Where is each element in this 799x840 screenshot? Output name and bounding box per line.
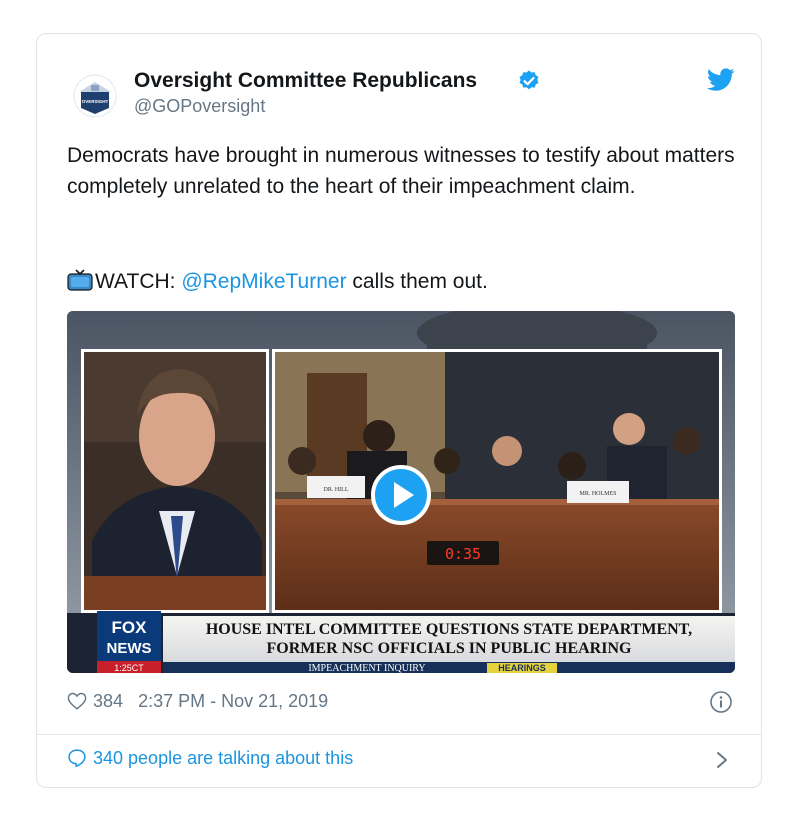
ticker-right: HEARINGS <box>498 663 546 673</box>
divider <box>37 734 761 735</box>
play-icon[interactable] <box>371 465 431 525</box>
broadcast-clock: 1:25CT <box>114 663 144 673</box>
tweet-timestamp[interactable]: 2:37 PM - Nov 21, 2019 <box>138 691 328 711</box>
chyron-line-2: FORMER NSC OFFICIALS IN PUBLIC HEARING <box>267 640 632 657</box>
speech-bubble-icon <box>68 749 86 768</box>
verified-badge-icon <box>519 70 539 90</box>
watch-prefix: WATCH: <box>95 270 182 293</box>
tweet-meta: 384 2:37 PM - Nov 21, 2019 <box>67 691 328 712</box>
info-icon[interactable] <box>709 690 733 714</box>
network-logo-line-2: NEWS <box>107 640 152 657</box>
network-logo-line-1: FOX <box>112 618 148 637</box>
chyron-line-1: HOUSE INTEL COMMITTEE QUESTIONS STATE DE… <box>206 621 692 638</box>
conversation-link[interactable]: 340 people are talking about this <box>67 748 353 769</box>
capitol-logo-icon: OVERSIGHT <box>73 74 117 118</box>
watch-line: WATCH: @RepMikeTurner calls them out. <box>67 266 488 297</box>
tweet-text: Democrats have brought in numerous witne… <box>67 144 735 198</box>
video-player[interactable]: DR. HILL MR. HOLMES 0:35 HOUSE INTEL COM… <box>67 311 735 673</box>
chevron-right-icon[interactable] <box>715 750 729 770</box>
watch-suffix: calls them out. <box>346 270 488 293</box>
tweet-card: OVERSIGHT Oversight Committee Republican… <box>36 33 762 788</box>
author-name[interactable]: Oversight Committee Republicans <box>134 69 477 93</box>
avatar[interactable]: OVERSIGHT <box>73 74 117 118</box>
tv-icon <box>67 269 93 291</box>
nameplate-left: DR. HILL <box>324 487 349 493</box>
author-handle[interactable]: @GOPoversight <box>134 96 265 117</box>
talking-count-label: 340 people are talking about this <box>93 748 354 768</box>
mention-link[interactable]: @RepMikeTurner <box>181 270 346 293</box>
svg-text:OVERSIGHT: OVERSIGHT <box>82 99 109 104</box>
ticker-left: IMPEACHMENT INQUIRY <box>308 663 425 673</box>
countdown-timer: 0:35 <box>445 545 481 563</box>
twitter-bird-icon[interactable] <box>707 68 735 92</box>
heart-icon[interactable] <box>67 692 87 710</box>
like-count[interactable]: 384 <box>93 691 123 711</box>
nameplate-right: MR. HOLMES <box>579 491 616 497</box>
